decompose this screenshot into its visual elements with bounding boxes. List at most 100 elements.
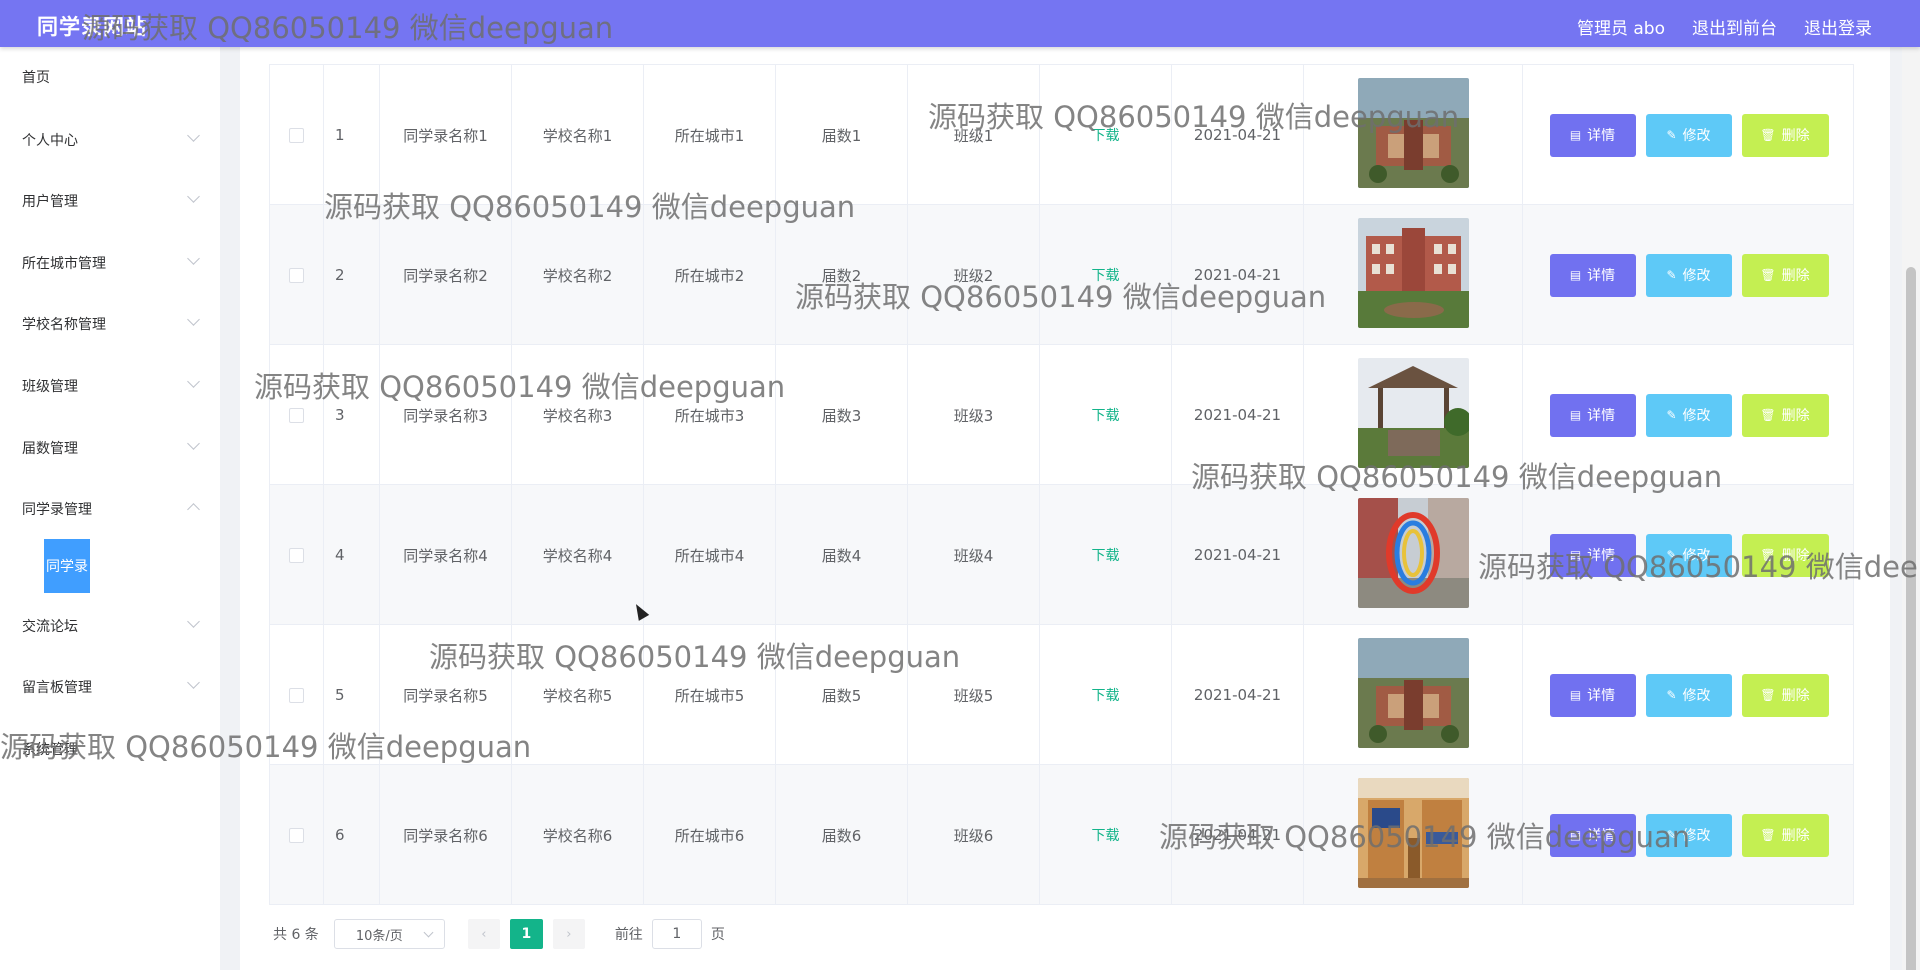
- pencil-icon: ✎: [1666, 128, 1677, 142]
- page-number-button[interactable]: 1: [509, 919, 543, 949]
- page-size-select[interactable]: 10条/页: [333, 919, 445, 949]
- row-checkbox[interactable]: [289, 827, 304, 843]
- row-select-cell: [270, 765, 324, 905]
- chevron-down-icon: [187, 437, 200, 450]
- delete-label: 删除: [1781, 688, 1810, 704]
- file-cell: 下载: [1040, 625, 1172, 765]
- download-link[interactable]: 下载: [1092, 825, 1120, 845]
- trash-icon: 🗑: [1760, 268, 1776, 282]
- row-checkbox[interactable]: [289, 547, 304, 563]
- image-cell: [1304, 205, 1523, 345]
- watermark-text: 源码获取 QQ86050149 微信deepguan: [429, 640, 961, 674]
- image-cell: [1304, 625, 1523, 765]
- school-name-cell: 学校名称2: [512, 205, 644, 345]
- edit-button[interactable]: ✎ 修改: [1645, 113, 1732, 157]
- exit-to-front-link[interactable]: 退出到前台: [1692, 14, 1777, 39]
- detail-label: 详情: [1587, 268, 1616, 284]
- delete-button[interactable]: 🗑 删除: [1741, 673, 1829, 717]
- row-select-cell: [270, 485, 324, 625]
- file-cell: 下载: [1040, 345, 1172, 485]
- sidebar-subitem-alumni[interactable]: 同学录: [44, 539, 90, 593]
- delete-button[interactable]: 🗑 删除: [1741, 813, 1829, 857]
- campus-aerial-image[interactable]: [1357, 638, 1469, 752]
- delete-label: 删除: [1781, 128, 1810, 144]
- sidebar-item-city[interactable]: 所在城市管理: [0, 242, 220, 282]
- vertical-scrollbar[interactable]: [1902, 47, 1920, 970]
- city-cell: 所在城市4: [644, 485, 776, 625]
- pagination-total: 共 6 条: [273, 927, 319, 943]
- watermark-text: 源码获取 QQ86050149 微信deepguan: [1159, 820, 1691, 854]
- sidebar-item-school[interactable]: 学校名称管理: [0, 303, 220, 343]
- sidebar-item-forum[interactable]: 交流论坛: [0, 605, 220, 645]
- trash-icon: 🗑: [1760, 128, 1776, 142]
- file-cell: 下载: [1040, 485, 1172, 625]
- chevron-down-icon: [187, 313, 200, 326]
- download-link[interactable]: 下载: [1092, 545, 1120, 565]
- next-page-button[interactable]: ›: [552, 919, 585, 949]
- watermark-text: 源码获取 QQ86050149 微信deepguan: [1191, 460, 1723, 494]
- detail-label: 详情: [1587, 688, 1616, 704]
- alumni-name-cell: 同学录名称6: [380, 765, 512, 905]
- actions-cell: ▤ 详情 ✎ 修改 🗑 删除: [1523, 625, 1855, 765]
- trash-icon: 🗑: [1760, 828, 1776, 842]
- row-select-cell: [270, 65, 324, 205]
- edit-label: 修改: [1682, 688, 1711, 704]
- goto-page-input[interactable]: 1: [651, 919, 702, 949]
- row-select-cell: [270, 205, 324, 345]
- scrollbar-thumb[interactable]: [1906, 267, 1916, 970]
- row-checkbox[interactable]: [289, 127, 304, 143]
- header-actions: 管理员 abo 退出到前台 退出登录: [1577, 14, 1872, 39]
- download-link[interactable]: 下载: [1092, 685, 1120, 705]
- sidebar-item-label: 首页: [22, 70, 50, 86]
- edit-label: 修改: [1682, 128, 1711, 144]
- watermark-text: 源码获取 QQ86050149 微信deepguan: [324, 190, 856, 224]
- detail-button[interactable]: ▤ 详情: [1549, 253, 1636, 297]
- delete-button[interactable]: 🗑 删除: [1741, 253, 1829, 297]
- sidebar-item-class[interactable]: 班级管理: [0, 365, 220, 405]
- delete-button[interactable]: 🗑 删除: [1741, 113, 1829, 157]
- logout-link[interactable]: 退出登录: [1804, 14, 1872, 39]
- actions-cell: ▤ 详情 ✎ 修改 🗑 删除: [1523, 205, 1855, 345]
- edit-button[interactable]: ✎ 修改: [1645, 253, 1732, 297]
- chevron-down-icon: [187, 615, 200, 628]
- edit-button[interactable]: ✎ 修改: [1645, 673, 1732, 717]
- sidebar-item-messages[interactable]: 留言板管理: [0, 666, 220, 706]
- sidebar-item-home[interactable]: 首页: [0, 56, 220, 96]
- detail-button[interactable]: ▤ 详情: [1549, 673, 1636, 717]
- delete-button[interactable]: 🗑 删除: [1741, 393, 1829, 437]
- edit-button[interactable]: ✎ 修改: [1645, 393, 1732, 437]
- row-checkbox[interactable]: [289, 407, 304, 423]
- school-name-cell: 学校名称4: [512, 485, 644, 625]
- chevron-right-icon: ›: [566, 926, 572, 942]
- sidebar-item-label: 所在城市管理: [22, 256, 106, 272]
- city-cell: 所在城市6: [644, 765, 776, 905]
- sidebar: 首页 个人中心 用户管理 所在城市管理 学校名称管理 班级管理 届数管理 同学录…: [0, 47, 220, 970]
- row-checkbox[interactable]: [289, 687, 304, 703]
- prev-page-button[interactable]: ‹: [467, 919, 500, 949]
- sidebar-item-users[interactable]: 用户管理: [0, 180, 220, 220]
- watermark-text: 源码获取 QQ86050149 微信deepguan: [1478, 550, 1920, 584]
- index-cell: 4: [324, 485, 380, 625]
- pencil-icon: ✎: [1666, 408, 1677, 422]
- sidebar-item-session[interactable]: 届数管理: [0, 427, 220, 467]
- school-building-image[interactable]: [1357, 218, 1469, 332]
- detail-button[interactable]: ▤ 详情: [1549, 393, 1636, 437]
- delete-label: 删除: [1781, 828, 1810, 844]
- download-link[interactable]: 下载: [1092, 405, 1120, 425]
- document-icon: ▤: [1569, 268, 1582, 282]
- row-checkbox[interactable]: [289, 267, 304, 283]
- sidebar-item-profile[interactable]: 个人中心: [0, 119, 220, 159]
- page-size-value: 10条/页: [355, 928, 403, 944]
- document-icon: ▤: [1569, 688, 1582, 702]
- sidebar-item-alumni[interactable]: 同学录管理: [0, 488, 220, 528]
- trash-icon: 🗑: [1760, 688, 1776, 702]
- sidebar-item-label: 届数管理: [22, 441, 78, 457]
- class-cell: 班级3: [908, 345, 1040, 485]
- chevron-down-icon: [187, 676, 200, 689]
- sidebar-item-label: 同学录管理: [22, 502, 92, 518]
- goto-label: 前往: [614, 927, 643, 943]
- ring-sculpture-image[interactable]: [1357, 498, 1469, 612]
- document-icon: ▤: [1569, 408, 1582, 422]
- detail-button[interactable]: ▤ 详情: [1549, 113, 1636, 157]
- admin-user-label: 管理员 abo: [1576, 19, 1665, 39]
